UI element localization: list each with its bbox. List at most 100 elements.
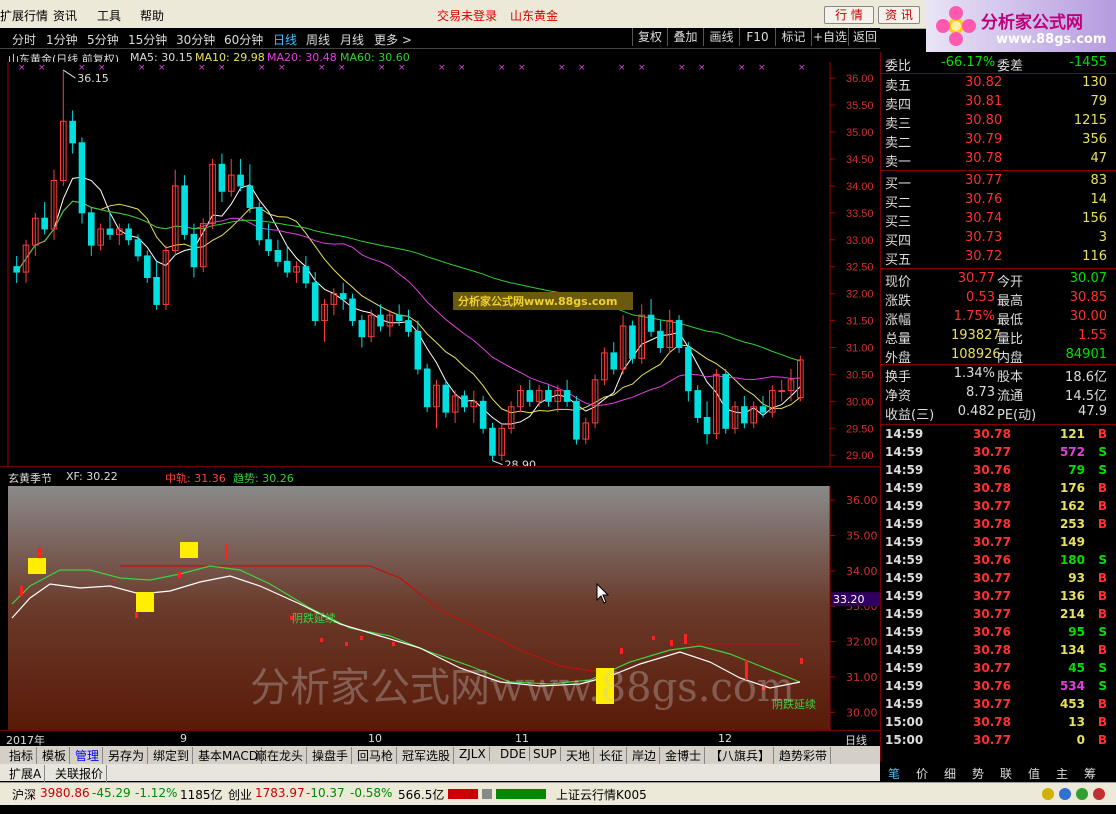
indicator-tab[interactable]: 冠军选股 bbox=[399, 747, 455, 764]
period-30min[interactable]: 30分钟 bbox=[176, 31, 215, 48]
period-timeshare[interactable]: 分时 bbox=[12, 31, 36, 48]
menu-help[interactable]: 帮助 bbox=[140, 7, 164, 24]
candle-body[interactable] bbox=[675, 320, 683, 348]
indicator-tab[interactable]: 操盘手 bbox=[309, 747, 353, 764]
menu-extended-quotes[interactable]: 扩展行情 bbox=[0, 7, 48, 24]
candle-body[interactable] bbox=[629, 325, 636, 359]
candle-body[interactable] bbox=[349, 298, 356, 322]
tick-row[interactable]: 14:59 30.78 176 B bbox=[885, 480, 1111, 498]
tick-row[interactable]: 14:59 30.76 180 S bbox=[885, 552, 1111, 570]
indicator-tab[interactable]: ZJLX bbox=[456, 747, 490, 761]
candle-body[interactable] bbox=[106, 228, 114, 235]
candle-body[interactable] bbox=[153, 276, 160, 305]
tick-row[interactable]: 14:59 30.77 162 B bbox=[885, 498, 1111, 516]
period-monthly[interactable]: 月线 bbox=[340, 31, 364, 48]
candle-body[interactable] bbox=[311, 282, 319, 322]
candle-body[interactable] bbox=[694, 390, 702, 419]
candle-body[interactable] bbox=[395, 314, 403, 322]
candle-body[interactable] bbox=[442, 384, 450, 413]
period-1min[interactable]: 1分钟 bbox=[46, 31, 78, 48]
indicator-tab[interactable]: 长征 bbox=[596, 747, 628, 764]
period-60min[interactable]: 60分钟 bbox=[224, 31, 263, 48]
candle-body[interactable] bbox=[181, 185, 188, 235]
candle-body[interactable] bbox=[545, 390, 552, 402]
indicator-tab[interactable]: SUP bbox=[530, 747, 561, 761]
mark-button[interactable]: 标记 bbox=[775, 28, 811, 46]
candlestick-chart[interactable]: 36.00 35.50 35.00 34.50 34.00 33.50 33.00 32.50… bbox=[0, 62, 880, 466]
restore-rights-button[interactable]: 复权 bbox=[632, 28, 667, 46]
candle-body[interactable] bbox=[218, 163, 226, 192]
indicator-tab[interactable]: 金博士 bbox=[662, 747, 706, 764]
tick-row[interactable]: 15:00 30.77 0 B bbox=[885, 732, 1111, 750]
candle-body[interactable] bbox=[246, 185, 254, 208]
candle-body[interactable] bbox=[685, 346, 692, 392]
menu-news[interactable]: 资讯 bbox=[53, 7, 77, 24]
candle-body[interactable] bbox=[302, 266, 310, 284]
indicator-chart[interactable]: 36.0035.0034.0033.0032.0031.0030.0033.20… bbox=[0, 486, 880, 730]
info-button[interactable]: 资 讯 bbox=[878, 6, 920, 24]
indicator-tab[interactable]: 【八旗兵】 bbox=[707, 747, 775, 764]
candle-body[interactable] bbox=[405, 320, 412, 332]
period-more[interactable]: 更多 > bbox=[374, 31, 412, 48]
tick-row[interactable]: 14:59 30.77 453 B bbox=[885, 696, 1111, 714]
tab-related-quotes[interactable]: 关联报价 bbox=[52, 765, 108, 782]
tick-row[interactable]: 14:59 30.78 253 B bbox=[885, 516, 1111, 534]
tick-row[interactable]: 14:59 30.76 534 S bbox=[885, 678, 1111, 696]
candle-body[interactable] bbox=[143, 255, 151, 278]
back-button[interactable]: 返回 bbox=[848, 28, 881, 46]
candle-body[interactable] bbox=[741, 406, 748, 424]
detail-tab[interactable]: 联 bbox=[1000, 765, 1012, 782]
candle-body[interactable] bbox=[479, 400, 487, 429]
tick-row[interactable]: 14:59 30.78 121 B bbox=[885, 426, 1111, 444]
candle-body[interactable] bbox=[339, 293, 347, 300]
tick-row[interactable]: 14:59 30.77 149 bbox=[885, 534, 1111, 552]
indicator-tab[interactable]: 趋势彩带 bbox=[776, 747, 832, 764]
candle-body[interactable] bbox=[237, 174, 244, 187]
indicator-tab[interactable]: 天地 bbox=[563, 747, 595, 764]
tick-row[interactable]: 14:59 30.77 136 B bbox=[885, 588, 1111, 606]
f10-button[interactable]: F10 bbox=[739, 28, 775, 46]
detail-tab[interactable]: 势 bbox=[972, 765, 984, 782]
detail-tab[interactable]: 笔 bbox=[888, 765, 900, 782]
candle-body[interactable] bbox=[69, 120, 76, 144]
candle-body[interactable] bbox=[358, 320, 366, 338]
candle-body[interactable] bbox=[134, 239, 142, 257]
candle-body[interactable] bbox=[377, 314, 384, 327]
menu-tools[interactable]: 工具 bbox=[97, 7, 121, 24]
detail-tab[interactable]: 价 bbox=[916, 765, 928, 782]
indicator-tab[interactable]: 另存为 bbox=[105, 747, 149, 764]
candle-body[interactable] bbox=[722, 373, 729, 429]
candle-body[interactable] bbox=[274, 250, 282, 262]
draw-line-button[interactable]: 画线 bbox=[703, 28, 739, 46]
tick-row[interactable]: 14:59 30.78 134 B bbox=[885, 642, 1111, 660]
candle-body[interactable] bbox=[125, 228, 132, 241]
candle-body[interactable] bbox=[255, 206, 263, 241]
period-5min[interactable]: 5分钟 bbox=[87, 31, 119, 48]
candle-body[interactable] bbox=[489, 427, 496, 456]
candle-body[interactable] bbox=[13, 266, 20, 273]
candle-body[interactable] bbox=[283, 260, 291, 273]
detail-tab[interactable]: 细 bbox=[944, 765, 956, 782]
quote-button[interactable]: 行 情 bbox=[824, 6, 874, 24]
candle-body[interactable] bbox=[78, 142, 86, 214]
candle-body[interactable] bbox=[657, 330, 664, 348]
overlay-button[interactable]: 叠加 bbox=[667, 28, 703, 46]
detail-tab[interactable]: 筹 bbox=[1084, 765, 1096, 782]
indicator-tab[interactable]: 模板 bbox=[39, 747, 71, 764]
candle-body[interactable] bbox=[461, 395, 468, 408]
candle-body[interactable] bbox=[423, 368, 431, 408]
detail-tab[interactable]: 值 bbox=[1028, 765, 1040, 782]
tick-row[interactable]: 14:59 30.77 93 B bbox=[885, 570, 1111, 588]
candle-body[interactable] bbox=[573, 400, 580, 440]
indicator-tab[interactable]: 岸边 bbox=[629, 747, 661, 764]
tick-row[interactable]: 14:59 30.77 214 B bbox=[885, 606, 1111, 624]
period-daily[interactable]: 日线 bbox=[273, 31, 297, 48]
candle-body[interactable] bbox=[41, 217, 48, 230]
tick-row[interactable]: 15:00 30.78 13 B bbox=[885, 714, 1111, 732]
detail-tab[interactable]: 主 bbox=[1056, 765, 1068, 782]
indicator-tab[interactable]: 绑定到 bbox=[150, 747, 194, 764]
indicator-tab[interactable]: 管理 bbox=[72, 747, 104, 764]
candle-body[interactable] bbox=[610, 352, 618, 370]
tick-row[interactable]: 14:59 30.77 572 S bbox=[885, 444, 1111, 462]
indicator-tab[interactable]: 指标 bbox=[6, 747, 38, 764]
